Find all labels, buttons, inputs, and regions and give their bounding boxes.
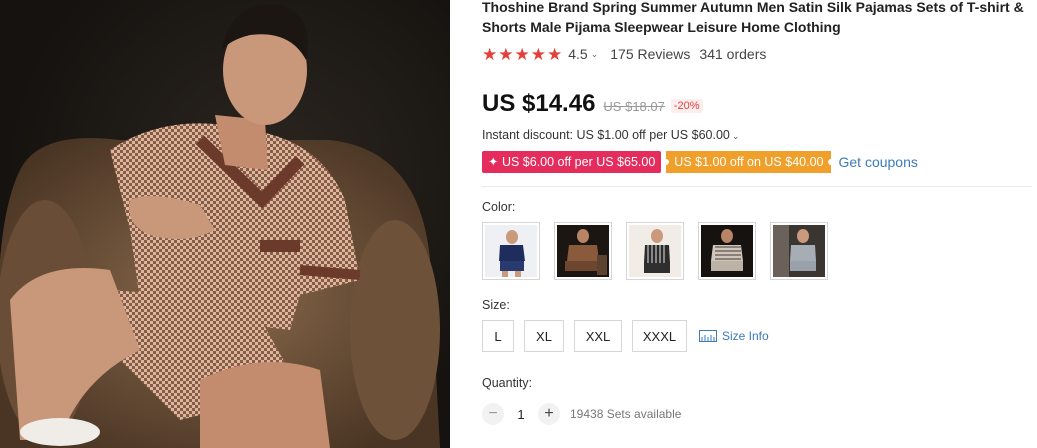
swatch-image [557, 225, 609, 277]
chevron-down-icon: ⌄ [731, 131, 740, 141]
store-coupon-badge[interactable]: ✦ US $6.00 off per US $65.00 [482, 151, 662, 173]
instant-discount[interactable]: Instant discount: US $1.00 off per US $6… [482, 128, 1034, 144]
original-price: US $18.07 [603, 99, 665, 114]
product-info-panel: Thoshine Brand Spring Summer Autumn Men … [482, 0, 1034, 426]
size-info-link[interactable]: Size Info [699, 329, 769, 343]
ruler-icon [699, 330, 717, 342]
color-label: Color: [482, 200, 516, 214]
color-option-grey-checked[interactable] [770, 222, 828, 280]
star-icon: ★ [530, 44, 546, 64]
rating-stars: ★ ★ ★ ★ ★ [482, 46, 562, 63]
quantity-decrease-button[interactable]: − [482, 403, 504, 425]
swatch-image [629, 225, 681, 277]
coupons-row: ✦ US $6.00 off per US $65.00 US $1.00 of… [482, 151, 1034, 173]
quantity-label: Quantity: [482, 376, 533, 390]
quantity-increase-button[interactable]: + [538, 403, 560, 425]
size-label: Size: [482, 298, 510, 312]
rating-row: ★ ★ ★ ★ ★ 4.5 ⌄ 175 Reviews 341 orders [482, 44, 1034, 64]
price-row: US $14.46 US $18.07 -20% [482, 90, 1034, 120]
color-swatches [482, 222, 1034, 280]
size-option-xl[interactable]: XL [524, 320, 564, 352]
size-option-xxl[interactable]: XXL [574, 320, 622, 352]
rating-value[interactable]: 4.5 [568, 46, 587, 62]
color-option-navy-white[interactable] [482, 222, 540, 280]
reviews-link[interactable]: 175 Reviews [610, 46, 690, 62]
discount-badge: -20% [670, 99, 703, 113]
swatch-image [485, 225, 537, 277]
size-option-l[interactable]: L [482, 320, 514, 352]
stock-available: 19438 Sets available [570, 407, 682, 421]
current-price: US $14.46 [482, 90, 596, 117]
size-options: L XL XXL XXXL Size Info [482, 320, 1034, 352]
divider [482, 186, 1032, 187]
size-info-label: Size Info [722, 329, 769, 343]
quantity-input[interactable]: 1 [504, 407, 538, 422]
select-coupon-badge[interactable]: US $1.00 off on US $40.00 [666, 151, 832, 173]
color-option-striped-black-white[interactable] [626, 222, 684, 280]
instant-discount-text: Instant discount: US $1.00 off per US $6… [482, 128, 730, 142]
product-photo-illustration [0, 4, 440, 448]
color-option-brown-dark[interactable] [554, 222, 612, 280]
star-half-icon: ★ [547, 44, 563, 64]
star-icon: ★ [498, 44, 514, 64]
size-option-xxxl[interactable]: XXXL [632, 320, 687, 352]
star-icon: ★ [514, 44, 530, 64]
star-icon: ★ [482, 44, 498, 64]
chevron-down-icon[interactable]: ⌄ [591, 49, 599, 60]
orders-count: 341 orders [699, 46, 767, 62]
product-title: Thoshine Brand Spring Summer Autumn Men … [482, 0, 1024, 35]
quantity-stepper: − 1 + 19438 Sets available [482, 402, 1034, 426]
product-main-image[interactable] [0, 0, 450, 448]
swatch-image [701, 225, 753, 277]
color-option-houndstooth-dark[interactable] [698, 222, 756, 280]
swatch-image [773, 225, 825, 277]
get-coupons-link[interactable]: Get coupons [838, 154, 917, 170]
